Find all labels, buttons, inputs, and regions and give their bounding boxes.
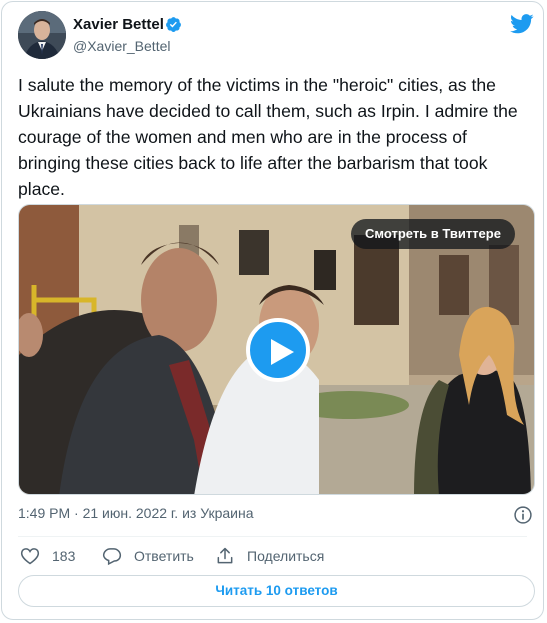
author-handle[interactable]: @Xavier_Bettel <box>73 38 170 54</box>
reply-label: Ответить <box>134 548 194 564</box>
verified-badge-icon <box>166 17 181 33</box>
like-button[interactable]: 183 <box>20 545 75 567</box>
share-button[interactable]: Поделиться <box>215 545 324 567</box>
video-player[interactable]: Смотреть в Твиттере <box>18 204 535 495</box>
twitter-bird-icon[interactable] <box>510 14 534 34</box>
reply-button[interactable]: Ответить <box>102 545 194 567</box>
avatar[interactable] <box>18 11 66 59</box>
reply-icon <box>102 548 122 566</box>
tweet-text: I salute the memory of the victims in th… <box>18 75 518 199</box>
tweet-timestamp[interactable]: 1:49 PM · 21 июн. 2022 г. из Украина <box>18 505 254 521</box>
read-replies-button[interactable]: Читать 10 ответов <box>18 575 535 607</box>
share-label: Поделиться <box>247 548 325 564</box>
play-button[interactable] <box>246 318 310 382</box>
author-name[interactable]: Xavier Bettel <box>73 16 164 33</box>
play-icon <box>271 339 294 365</box>
divider <box>18 536 527 537</box>
avatar-image <box>18 11 66 59</box>
like-count: 183 <box>52 548 76 564</box>
info-icon[interactable] <box>513 505 533 525</box>
tweet-card: Xavier Bettel @Xavier_Bettel I salute th… <box>1 1 544 620</box>
watch-on-twitter-button[interactable]: Смотреть в Твиттере <box>351 219 515 249</box>
heart-icon <box>20 548 40 565</box>
share-icon <box>217 547 233 564</box>
